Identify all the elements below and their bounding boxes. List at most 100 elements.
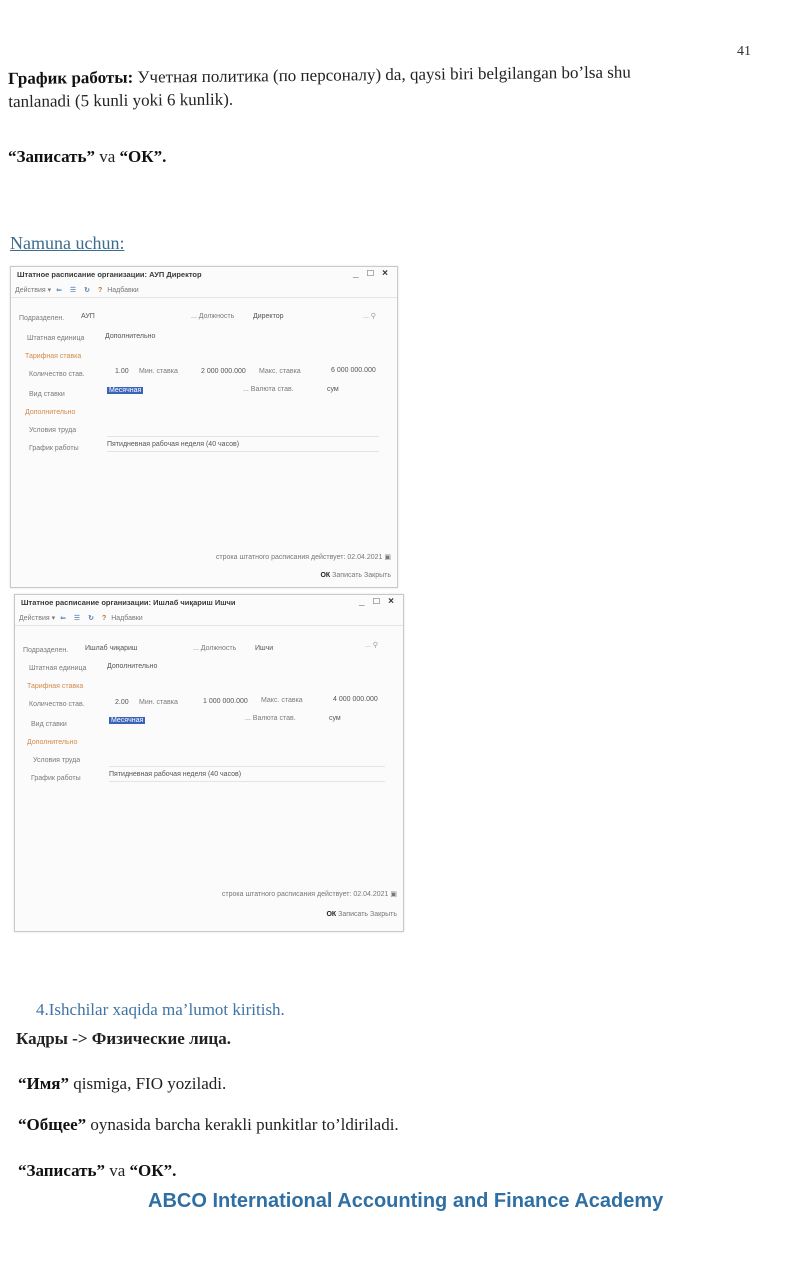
- staff-unit-tab[interactable]: Дополнительно: [105, 333, 155, 340]
- refresh-icon[interactable]: ↻: [84, 286, 90, 294]
- currency-label: ... Валюта став.: [243, 386, 294, 393]
- section-heading: 4.Ishchilar xaqida ma’lumot kiritish.: [36, 1000, 285, 1019]
- max-rate-field[interactable]: 6 000 000.000: [331, 367, 376, 374]
- rate-type-label: Вид ставки: [31, 721, 67, 728]
- paragraph-grafik-text: Учетная политика (по персоналу) da, qays…: [133, 62, 631, 87]
- position-label: ... Должность: [193, 645, 237, 652]
- calendar-icon[interactable]: ▣: [384, 554, 391, 561]
- additional-header: Дополнительно: [25, 409, 76, 416]
- back-arrow-icon[interactable]: ⇐: [56, 286, 62, 294]
- max-rate-field[interactable]: 4 000 000.000: [333, 696, 378, 703]
- actions-menu[interactable]: Действия ▾: [19, 615, 55, 622]
- window-buttons: ОК Записать Закрыть: [320, 572, 391, 579]
- min-rate-field[interactable]: 2 000 000.000: [201, 368, 246, 375]
- valid-from-row: строка штатного расписания действует: 02…: [222, 890, 397, 898]
- obshee-text: oynasida barcha kerakli punkitlar to’ldi…: [86, 1115, 399, 1134]
- toolbar: Действия ▾ ⇐ ☰ ↻ ? Надбавки: [19, 614, 143, 622]
- valid-from-label: строка штатного расписания действует:: [215, 554, 346, 561]
- tariff-header: Тарифная ставка: [25, 353, 82, 360]
- position-select-icon[interactable]: ... ⚲: [363, 313, 376, 320]
- work-schedule-field[interactable]: Пятидневная рабочая неделя (40 часов): [107, 441, 239, 448]
- currency-field[interactable]: сум: [327, 386, 339, 393]
- imya-text: qismiga, FIO yoziladi.: [69, 1074, 227, 1093]
- paragraph-imya: “Имя” qismiga, FIO yoziladi.: [18, 1073, 226, 1096]
- window-controls[interactable]: _ □ ×: [353, 268, 391, 279]
- window-title: Штатное расписание организации: Ишлаб чи…: [21, 598, 236, 607]
- window-controls[interactable]: _ □ ×: [359, 596, 397, 607]
- paragraph-obshee: “Общее” oynasida barcha kerakli punkitla…: [18, 1114, 399, 1137]
- max-rate-label: Макс. ставка: [261, 697, 303, 704]
- ok-text: “ОК”.: [119, 147, 167, 166]
- valid-from-row: строка штатного расписания действует: 02…: [216, 553, 391, 561]
- staff-unit-tab[interactable]: Дополнительно: [107, 663, 157, 670]
- max-rate-label: Макс. ставка: [259, 368, 301, 375]
- rate-count-label: Количество став.: [29, 701, 85, 708]
- min-rate-label: Мин. ставка: [139, 699, 178, 706]
- list-icon[interactable]: ☰: [74, 614, 80, 622]
- toolbar-divider: [15, 625, 403, 626]
- rate-count-field[interactable]: 1.00: [115, 368, 129, 375]
- rate-count-field[interactable]: 2.00: [115, 699, 129, 706]
- window-title: Штатное расписание организации: АУП Дире…: [17, 270, 202, 279]
- rate-type-field[interactable]: Месячная: [107, 387, 144, 394]
- valid-from-date[interactable]: 02.04.2021: [353, 891, 388, 898]
- back-arrow-icon[interactable]: ⇐: [60, 614, 66, 622]
- position-select-icon[interactable]: ... ⚲: [365, 642, 378, 649]
- valid-from-date[interactable]: 02.04.2021: [347, 554, 382, 561]
- subdivision-label: Подразделен.: [23, 647, 69, 654]
- bonuses-button[interactable]: Надбавки: [111, 615, 142, 622]
- staff-unit-label: Штатная единица: [29, 665, 87, 672]
- work-conditions-label: Условия труда: [29, 427, 77, 434]
- work-schedule-field[interactable]: Пятидневная рабочая неделя (40 часов): [109, 771, 241, 778]
- ok-button[interactable]: ОК: [320, 572, 330, 579]
- va-text: va: [95, 147, 120, 166]
- work-schedule-underline: [109, 781, 385, 782]
- paragraph-save-ok: “Записать” va “ОК”.: [8, 146, 166, 169]
- subdivision-label: Подразделен.: [19, 315, 65, 322]
- paragraph-grafik-line2: tanlanadi (5 kunli yoki 6 kunlik).: [8, 89, 234, 111]
- save-text: “Записать”: [18, 1161, 105, 1180]
- close-button[interactable]: Закрыть: [364, 572, 391, 579]
- tariff-header: Тарифная ставка: [27, 683, 84, 690]
- work-schedule-label: График работы: [31, 775, 81, 782]
- bonuses-button[interactable]: Надбавки: [107, 287, 138, 294]
- rate-type-field[interactable]: Месячная: [109, 717, 146, 724]
- min-rate-label: Мин. ставка: [139, 368, 178, 375]
- toolbar: Действия ▾ ⇐ ☰ ↻ ? Надбавки: [15, 286, 139, 294]
- ok-button[interactable]: ОК: [326, 911, 336, 918]
- position-field[interactable]: Ишчи: [255, 645, 273, 652]
- save-text: “Записать”: [8, 147, 95, 166]
- work-conditions-field[interactable]: [107, 436, 379, 437]
- staff-unit-label: Штатная единица: [27, 335, 85, 342]
- min-rate-field[interactable]: 1 000 000.000: [203, 698, 248, 705]
- work-schedule-label: График работы: [29, 445, 79, 452]
- help-icon[interactable]: ?: [98, 287, 102, 294]
- position-label: ... Должность: [191, 313, 235, 320]
- calendar-icon[interactable]: ▣: [390, 891, 397, 898]
- position-field[interactable]: Директор: [253, 313, 284, 320]
- help-icon[interactable]: ?: [102, 615, 106, 622]
- list-icon[interactable]: ☰: [70, 286, 76, 294]
- paragraph-grafik-bold: График работы:: [8, 67, 134, 88]
- additional-header: Дополнительно: [27, 739, 78, 746]
- rate-type-label: Вид ставки: [29, 391, 65, 398]
- footer-academy: ABCO International Accounting and Financ…: [148, 1190, 664, 1212]
- subdivision-field[interactable]: Ишлаб чиқариш: [85, 645, 138, 652]
- valid-from-label: строка штатного расписания действует:: [221, 891, 352, 898]
- staffing-window-worker: Штатное расписание организации: Ишлаб чи…: [14, 594, 404, 932]
- currency-field[interactable]: сум: [329, 715, 341, 722]
- ok-text: “ОК”.: [129, 1161, 177, 1180]
- save-button[interactable]: Записать: [338, 911, 368, 918]
- window-buttons: ОК Записать Закрыть: [326, 911, 397, 918]
- subdivision-field[interactable]: АУП: [81, 313, 95, 320]
- close-button[interactable]: Закрыть: [370, 911, 397, 918]
- work-conditions-field[interactable]: [109, 766, 385, 767]
- va-text: va: [105, 1161, 130, 1180]
- rate-count-label: Количество став.: [29, 371, 85, 378]
- work-conditions-label: Условия труда: [33, 757, 81, 764]
- refresh-icon[interactable]: ↻: [88, 614, 94, 622]
- staffing-window-director: Штатное расписание организации: АУП Дире…: [10, 266, 398, 588]
- save-button[interactable]: Записать: [332, 572, 362, 579]
- toolbar-divider: [11, 297, 397, 298]
- actions-menu[interactable]: Действия ▾: [15, 287, 51, 294]
